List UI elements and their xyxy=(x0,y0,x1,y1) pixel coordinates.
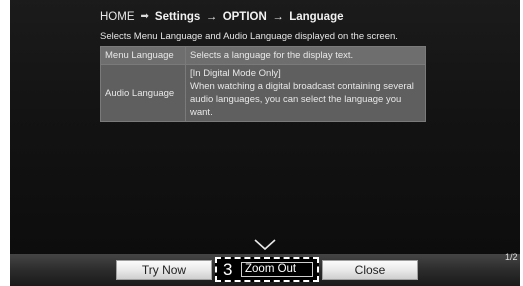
breadcrumb: HOME ➡ Settings → OPTION → Language xyxy=(100,11,344,23)
try-now-button[interactable]: Try Now xyxy=(116,260,212,280)
page-description: Selects Menu Language and Audio Language… xyxy=(100,31,398,42)
language-options-table: Menu Language Selects a language for the… xyxy=(100,46,426,122)
close-button[interactable]: Close xyxy=(322,260,418,280)
table-row: Menu Language Selects a language for the… xyxy=(100,46,426,65)
option-name: Menu Language xyxy=(100,46,186,65)
chevron-down-icon[interactable] xyxy=(254,239,276,251)
tv-screen: HOME ➡ Settings → OPTION → Language Sele… xyxy=(10,0,520,286)
option-name: Audio Language xyxy=(100,64,186,122)
zoom-shortcut-number: 3 xyxy=(223,260,233,279)
option-description-line: Selects a language for the display text. xyxy=(190,50,354,61)
option-description-line: When watching a digital broadcast contai… xyxy=(190,81,414,92)
option-description: [In Digital Mode Only] When watching a d… xyxy=(185,64,426,122)
option-description-line: audio languages, you can select the lang… xyxy=(190,94,402,118)
breadcrumb-settings: Settings xyxy=(154,11,201,23)
zoom-out-label: Zoom Out xyxy=(241,262,313,277)
breadcrumb-separator-icon: → xyxy=(272,11,284,23)
breadcrumb-language: Language xyxy=(289,11,344,23)
breadcrumb-option: OPTION xyxy=(222,11,267,23)
arrow-right-icon: ➡ xyxy=(140,11,149,22)
table-row: Audio Language [In Digital Mode Only] Wh… xyxy=(100,64,426,122)
zoom-out-button[interactable]: 3 Zoom Out xyxy=(215,257,319,282)
option-description: Selects a language for the display text. xyxy=(185,46,426,65)
option-description-line: [In Digital Mode Only] xyxy=(190,68,281,79)
breadcrumb-separator-icon: → xyxy=(205,11,218,23)
breadcrumb-home: HOME xyxy=(100,11,135,23)
page-indicator: 1/2 xyxy=(505,252,518,262)
